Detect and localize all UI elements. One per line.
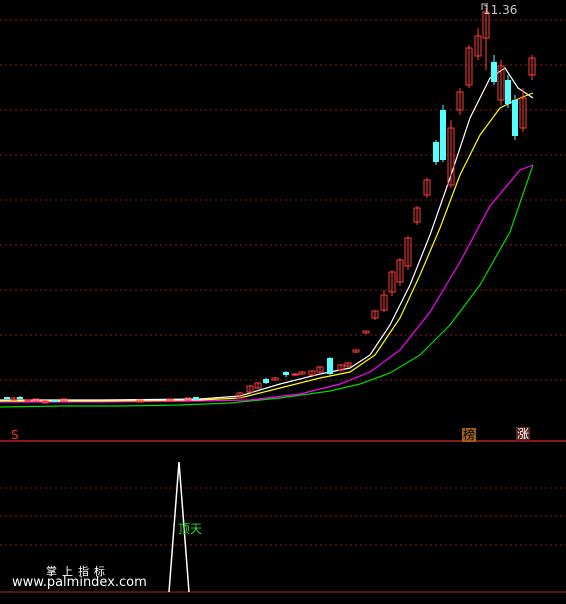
ma-mid-line xyxy=(0,92,534,402)
candle-body-down xyxy=(4,397,10,399)
ma-longest-line xyxy=(0,164,534,408)
candle-body-down xyxy=(505,80,511,104)
price-gridlines xyxy=(0,19,566,593)
candle-body-down xyxy=(17,397,23,399)
watermark-url: www.palmindex.com xyxy=(12,575,147,590)
candle-body-down xyxy=(440,110,446,160)
ma-short-line xyxy=(0,67,534,401)
candle-body-down xyxy=(263,379,269,383)
peak-price-label: 11.36 xyxy=(483,3,518,17)
candle-body-up xyxy=(291,373,299,376)
ma-long-line xyxy=(0,164,534,403)
candle-body-down xyxy=(491,62,497,82)
indicator-signal-label: 顶天 xyxy=(178,522,203,536)
candle-body-down xyxy=(327,358,333,374)
limit-up-tag: 涨 xyxy=(516,427,531,441)
moving-average-lines xyxy=(0,67,534,408)
candle-body-down xyxy=(52,400,58,402)
candlestick-chart xyxy=(0,3,566,593)
candle-body-down xyxy=(433,142,439,162)
candle-body-down xyxy=(193,397,199,400)
candlestick-series xyxy=(4,3,536,404)
stock-chart: 11.36 S 榜 涨 顶天 掌上指标 www.palmindex.com xyxy=(0,0,566,600)
candle-body-down xyxy=(283,372,289,375)
ranking-tag: 榜 xyxy=(462,428,477,442)
candle-body-up xyxy=(24,399,32,402)
buy-signal-marker: S xyxy=(11,428,19,442)
candle-body-down xyxy=(512,100,518,136)
